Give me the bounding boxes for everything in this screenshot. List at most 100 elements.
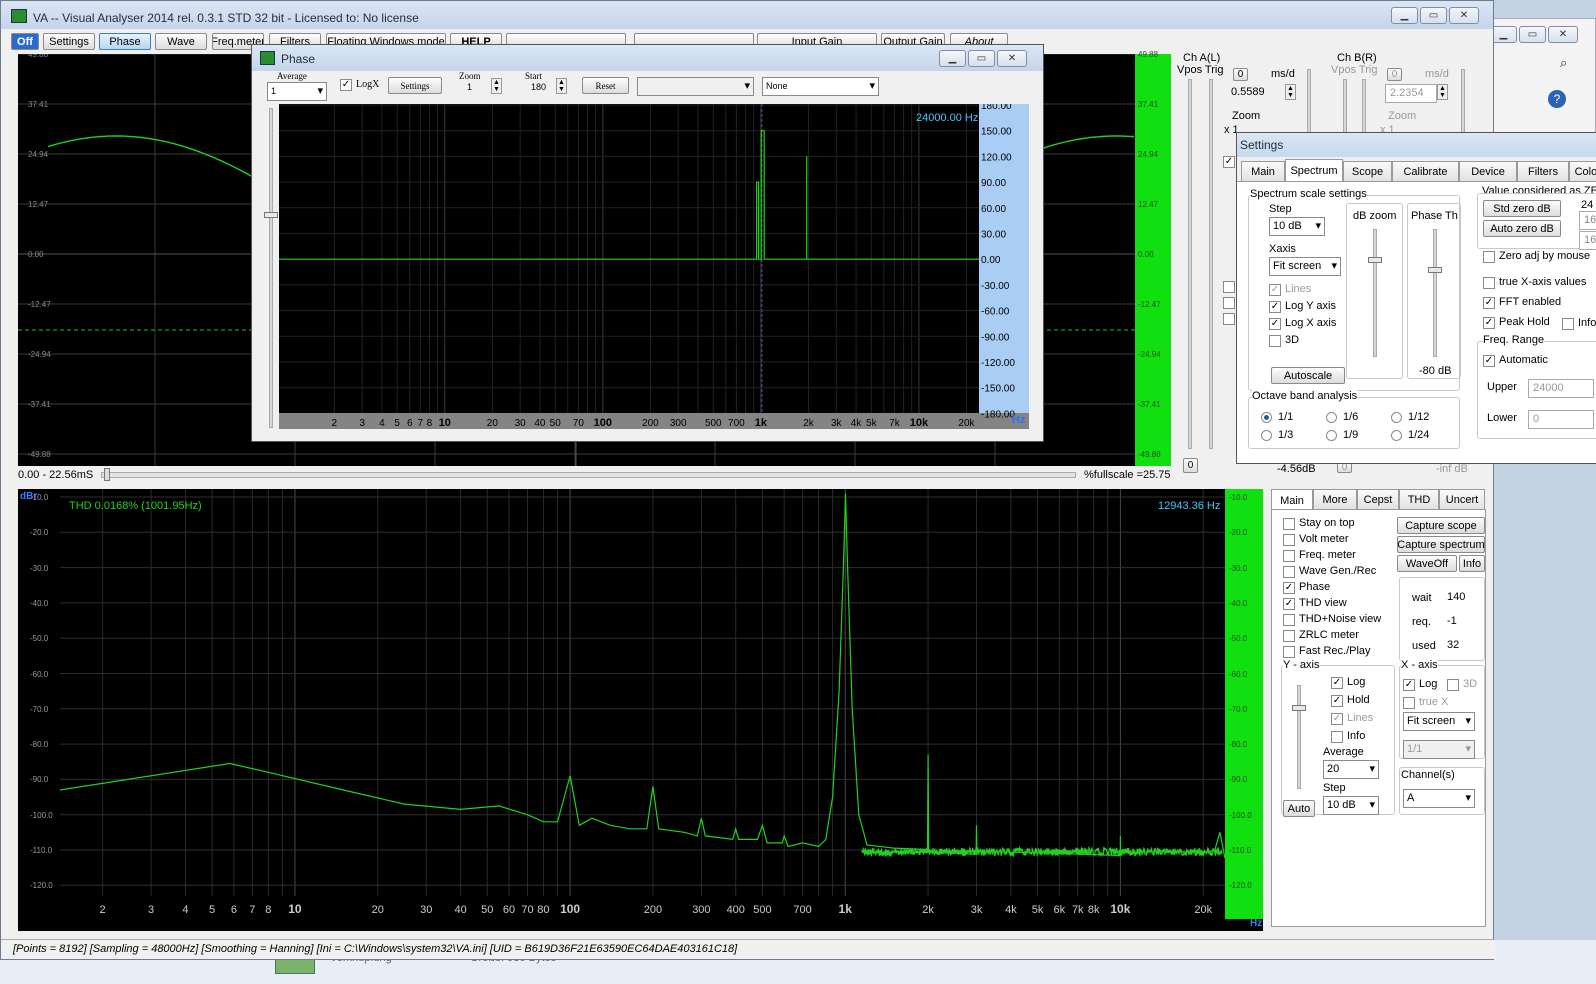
- phaseth-slider[interactable]: [1433, 229, 1437, 357]
- auto-zero-button[interactable]: Auto zero dB: [1483, 220, 1561, 237]
- truex-checkbox[interactable]: true X: [1403, 696, 1448, 709]
- minimize-icon[interactable]: ▁: [1391, 7, 1418, 24]
- scope-scrollbar[interactable]: [101, 472, 1076, 478]
- zero-val-16b[interactable]: 16: [1579, 231, 1596, 250]
- peak-hold-checkbox[interactable]: ✓ Peak Hold: [1483, 316, 1550, 329]
- phaseth-thumb[interactable]: [1428, 267, 1442, 273]
- phase-maximize-icon[interactable]: ▭: [968, 50, 995, 67]
- settings-tab-calibrate[interactable]: Calibrate: [1392, 161, 1459, 181]
- yaxis-slider[interactable]: [1297, 685, 1301, 789]
- settings-3d-checkbox[interactable]: 3D: [1269, 334, 1299, 347]
- yaxis-slider-thumb[interactable]: [1292, 705, 1306, 711]
- panel-tab-main[interactable]: Main: [1271, 489, 1313, 511]
- zero-val-16a[interactable]: 16: [1579, 211, 1596, 230]
- cha-gain-slider[interactable]: [1307, 69, 1311, 139]
- phase-logx-checkbox[interactable]: ✓ LogX: [340, 78, 379, 91]
- cha-zero-button[interactable]: 0: [1233, 68, 1248, 81]
- phase-slider-thumb[interactable]: [264, 212, 278, 218]
- settings-tab-colors[interactable]: Colors: [1569, 161, 1596, 181]
- toolbar-button-1[interactable]: Settings: [43, 33, 95, 50]
- octave-radio-3[interactable]: 1/3: [1261, 429, 1293, 441]
- true-x-checkbox[interactable]: true X-axis values: [1483, 276, 1586, 289]
- settings-tab-scope[interactable]: Scope: [1343, 161, 1392, 181]
- dbzoom-thumb[interactable]: [1368, 257, 1382, 263]
- settings-lines-checkbox[interactable]: ✓ Lines: [1269, 283, 1311, 296]
- octave-radio-2[interactable]: 1/12: [1391, 411, 1429, 423]
- phase-zoom-spin[interactable]: ▲ ▼: [491, 78, 502, 94]
- toolbar-button-0[interactable]: Off: [11, 33, 39, 50]
- chb-trig-slider[interactable]: [1362, 79, 1366, 139]
- settings-tab-filters[interactable]: Filters: [1517, 161, 1569, 181]
- chb-spin[interactable]: ▲ ▼: [1437, 84, 1448, 100]
- chb-ms-value[interactable]: 2.2354: [1385, 84, 1437, 103]
- octave-radio-4[interactable]: 1/9: [1326, 429, 1358, 441]
- cha-vpos-slider[interactable]: [1188, 79, 1192, 449]
- average-select[interactable]: 20: [1323, 760, 1379, 779]
- cha-trig-slider[interactable]: [1209, 79, 1213, 449]
- phase-plot[interactable]: 2 3 4 5 6 7 8 10 20 30 40 50 70 100 200 300 500 700 1k 2k 3k…: [279, 104, 1029, 429]
- settings-tab-spectrum[interactable]: Spectrum: [1285, 159, 1343, 181]
- channel-select[interactable]: A: [1403, 789, 1475, 808]
- chb-zero-button[interactable]: 0: [1387, 68, 1402, 81]
- panel-check-thd-noise-view[interactable]: THD+Noise view: [1283, 613, 1381, 626]
- toolbar-button-2[interactable]: Phase: [99, 33, 151, 50]
- x3d-checkbox[interactable]: 3D: [1447, 678, 1477, 691]
- octave-select[interactable]: 1/1: [1403, 740, 1475, 759]
- panel-check-thd-view[interactable]: ✓ THD view: [1283, 597, 1347, 610]
- settings-logx-checkbox[interactable]: ✓ Log X axis: [1269, 317, 1336, 330]
- panel-tab-thd[interactable]: THD: [1399, 489, 1439, 509]
- chb-gain-slider[interactable]: [1461, 69, 1465, 139]
- std-zero-button[interactable]: Std zero dB: [1483, 200, 1561, 217]
- auto-button[interactable]: Auto: [1283, 800, 1315, 817]
- autoscale-button[interactable]: Autoscale: [1271, 367, 1345, 384]
- maximize-icon[interactable]: ▭: [1420, 7, 1447, 24]
- phase-close-icon[interactable]: ✕: [997, 50, 1027, 67]
- phase-reset-button[interactable]: Reset: [582, 77, 629, 94]
- phase-combo-2[interactable]: None: [762, 77, 879, 96]
- settings-step-select[interactable]: 10 dB: [1269, 217, 1325, 236]
- ylines-checkbox[interactable]: ✓ Lines: [1331, 712, 1373, 725]
- waveoff-button[interactable]: WaveOff: [1397, 555, 1457, 572]
- octave-radio-1[interactable]: 1/6: [1326, 411, 1358, 423]
- fit-screen-select[interactable]: Fit screen: [1403, 712, 1475, 731]
- octave-radio-0[interactable]: 1/1: [1261, 411, 1293, 423]
- toolbar-button-3[interactable]: Wave: [155, 33, 207, 50]
- automatic-checkbox[interactable]: ✓ Automatic: [1483, 354, 1548, 367]
- dbzoom-slider[interactable]: [1373, 229, 1377, 357]
- xlog-checkbox[interactable]: ✓ Log: [1403, 678, 1437, 691]
- octave-radio-5[interactable]: 1/24: [1391, 429, 1429, 441]
- phase-start-spin[interactable]: ▲ ▼: [556, 78, 567, 94]
- lower-value[interactable]: 0: [1528, 410, 1594, 429]
- info-button[interactable]: Info: [1459, 555, 1485, 572]
- zero-adj-checkbox[interactable]: Zero adj by mouse: [1483, 250, 1590, 263]
- panel-check-wave-gen-rec[interactable]: Wave Gen./Rec: [1283, 565, 1376, 578]
- settings-info-checkbox[interactable]: Info: [1562, 317, 1596, 330]
- phase-average-select[interactable]: 1: [267, 82, 327, 101]
- spectrum-plot[interactable]: 2 3 4 5 6 7 8 10 20 30 40 50 60 70 80 100 200 300 400 500 70…: [18, 489, 1263, 931]
- yinfo-checkbox[interactable]: Info: [1331, 730, 1365, 743]
- capture-scope-button[interactable]: Capture scope: [1397, 517, 1485, 534]
- close-icon[interactable]: ✕: [1449, 7, 1479, 24]
- settings-tab-main[interactable]: Main: [1241, 161, 1285, 181]
- settings-tab-device[interactable]: Device: [1459, 161, 1517, 181]
- panel-tab-uncert[interactable]: Uncert: [1439, 489, 1485, 509]
- cha-spin[interactable]: ▲ ▼: [1285, 84, 1296, 100]
- fft-enabled-checkbox[interactable]: ✓ FFT enabled: [1483, 296, 1561, 309]
- scope-scroll-thumb[interactable]: [104, 468, 110, 481]
- settings-xaxis-select[interactable]: Fit screen: [1269, 257, 1341, 276]
- req-value[interactable]: -1: [1443, 613, 1477, 632]
- panel-check-phase[interactable]: ✓ Phase: [1283, 581, 1330, 594]
- cha-ms-value[interactable]: 0.5589: [1227, 84, 1283, 103]
- phase-vertical-slider[interactable]: [269, 108, 273, 428]
- capture-spectrum-button[interactable]: Capture spectrum: [1397, 536, 1485, 553]
- panel-check-zrlc-meter[interactable]: ZRLC meter: [1283, 629, 1359, 642]
- yhold-checkbox[interactable]: ✓ Hold: [1331, 694, 1370, 707]
- chb-vpos-slider[interactable]: [1343, 79, 1347, 139]
- panel-check-volt-meter[interactable]: Volt meter: [1283, 533, 1349, 546]
- ylog-checkbox[interactable]: ✓ Log: [1331, 676, 1365, 689]
- cha-zero-bottom[interactable]: 0: [1183, 458, 1198, 473]
- panel-check-fast-rec-play[interactable]: Fast Rec./Play: [1283, 645, 1371, 658]
- panel-tab-cepst[interactable]: Cepst: [1357, 489, 1399, 509]
- panel-check-freq-meter[interactable]: Freq. meter: [1283, 549, 1356, 562]
- phase-minimize-icon[interactable]: ▁: [939, 50, 966, 67]
